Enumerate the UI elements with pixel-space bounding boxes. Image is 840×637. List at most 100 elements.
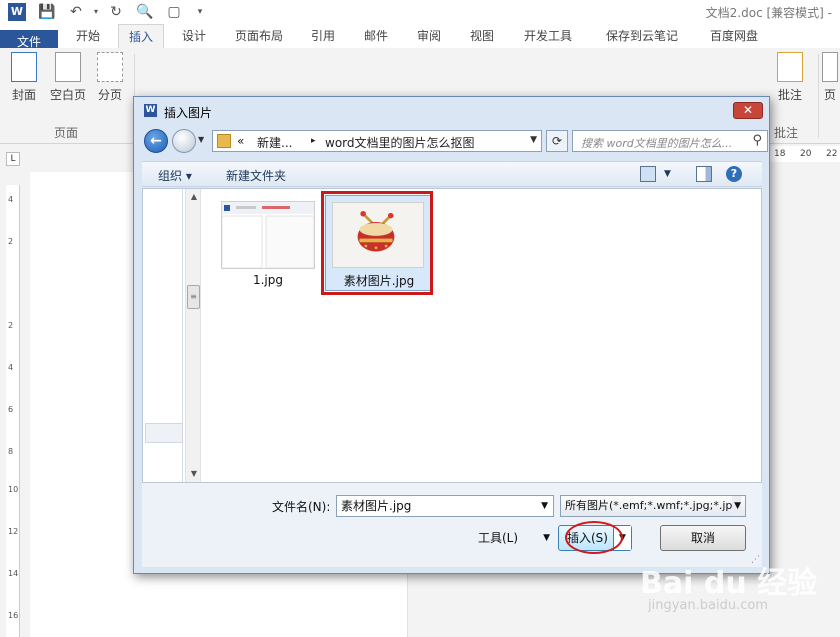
file-type-dropdown-icon[interactable]: ▼ bbox=[732, 496, 741, 516]
breadcrumb-overflow[interactable]: « bbox=[237, 134, 244, 148]
document-title: 文档2.doc [兼容模式] - bbox=[705, 6, 832, 20]
title-bar: W 💾 ↶ ▾ ↻ 🔍 ▢ ▾ 文档2.doc [兼容模式] - bbox=[0, 0, 840, 24]
word-logo-icon: W bbox=[8, 3, 26, 21]
dialog-footer: 文件名(N): 素材图片.jpg ▼ 所有图片(*.emf;*.wmf;*.jp… bbox=[142, 483, 762, 567]
ruler-label: 4 bbox=[8, 195, 14, 204]
ruler-label: 20 bbox=[800, 149, 812, 159]
page-group-label: 页面 bbox=[54, 126, 79, 140]
redo-icon[interactable]: ↻ bbox=[108, 4, 124, 20]
tab-developer[interactable]: 开发工具 bbox=[512, 24, 584, 48]
scrollbar-thumb[interactable]: ≡ bbox=[187, 285, 200, 309]
vertical-ruler: 4 2 2 4 6 8 10 12 14 16 bbox=[6, 185, 20, 637]
tools-dropdown-icon[interactable]: ▼ bbox=[543, 527, 550, 549]
cover-page-label: 封面 bbox=[11, 88, 36, 102]
ribbon-tabs: 文件 开始 插入 设计 页面布局 引用 邮件 审阅 视图 开发工具 保存到云笔记… bbox=[0, 24, 840, 130]
search-icon[interactable]: ⚲ bbox=[752, 133, 762, 148]
scroll-down-icon[interactable]: ▼ bbox=[186, 466, 202, 482]
comment-label: 批注 bbox=[777, 88, 802, 102]
tools-menu[interactable]: 工具(L) ▼ bbox=[478, 527, 554, 549]
ruler-label: 14 bbox=[8, 569, 19, 578]
save-icon[interactable]: 💾 bbox=[38, 4, 55, 20]
ruler-label: 10 bbox=[8, 485, 19, 494]
filename-input[interactable]: 素材图片.jpg ▼ bbox=[336, 495, 554, 517]
header-button[interactable]: 页 bbox=[820, 52, 840, 103]
group-separator bbox=[818, 54, 819, 138]
tab-baidu-netdisk[interactable]: 百度网盘 bbox=[696, 24, 772, 48]
new-document-icon[interactable]: ▢ bbox=[166, 4, 182, 20]
tab-selector[interactable]: L bbox=[6, 152, 20, 166]
navigation-pane[interactable] bbox=[143, 189, 183, 482]
print-preview-icon[interactable]: 🔍 bbox=[136, 4, 153, 20]
refresh-icon[interactable]: ⟳ bbox=[546, 130, 568, 152]
cover-page-button[interactable]: 封面 bbox=[6, 52, 42, 103]
tab-home[interactable]: 开始 bbox=[64, 24, 112, 48]
organize-menu[interactable]: 组织 ▾ bbox=[158, 167, 192, 184]
ruler-label: 8 bbox=[8, 447, 14, 456]
header-label: 页 bbox=[823, 88, 836, 102]
watermark-brand: Bai du 经验 bbox=[640, 566, 818, 601]
new-folder-button[interactable]: 新建文件夹 bbox=[226, 167, 286, 184]
page-break-icon bbox=[97, 52, 123, 82]
ruler-label: 18 bbox=[774, 149, 786, 159]
filename-label: 文件名(N): bbox=[272, 500, 331, 514]
breadcrumb-parent[interactable]: 新建... bbox=[257, 134, 292, 151]
tab-page-layout[interactable]: 页面布局 bbox=[226, 24, 292, 48]
address-bar[interactable]: « 新建... ▸ word文档里的图片怎么抠图 ▼ bbox=[212, 130, 542, 152]
file-item-1[interactable]: 1.jpg bbox=[213, 195, 323, 295]
customize-qat-icon[interactable]: ▾ bbox=[192, 4, 208, 20]
filename-dropdown-icon[interactable]: ▼ bbox=[541, 496, 548, 516]
view-options-dropdown-icon[interactable]: ▼ bbox=[664, 169, 671, 179]
tab-save-cloud-note[interactable]: 保存到云笔记 bbox=[592, 24, 692, 48]
blank-page-button[interactable]: 空白页 bbox=[48, 52, 88, 103]
page-break-button[interactable]: 分页 bbox=[92, 52, 128, 103]
word-logo-icon: W bbox=[144, 104, 157, 117]
tab-view[interactable]: 视图 bbox=[460, 24, 504, 48]
comment-group-label: 批注 bbox=[774, 126, 799, 140]
breadcrumb-current-folder[interactable]: word文档里的图片怎么抠图 bbox=[325, 134, 475, 151]
change-view-icon[interactable] bbox=[640, 166, 656, 182]
search-field[interactable]: 搜索 word文档里的图片怎么... ⚲ bbox=[572, 130, 768, 152]
ruler-label: 2 bbox=[8, 237, 14, 246]
ruler-label: 2 bbox=[8, 321, 14, 330]
blank-page-icon bbox=[55, 52, 81, 82]
tab-insert[interactable]: 插入 bbox=[118, 24, 164, 48]
address-dropdown-icon[interactable]: ▼ bbox=[530, 135, 537, 145]
forward-arrow-icon[interactable] bbox=[172, 129, 196, 153]
preview-pane-icon[interactable] bbox=[696, 166, 712, 182]
close-button[interactable]: ✕ bbox=[733, 102, 763, 119]
filename-value: 素材图片.jpg bbox=[341, 499, 412, 513]
undo-icon[interactable]: ↶ bbox=[68, 4, 84, 20]
help-icon[interactable]: ? bbox=[726, 166, 742, 182]
insert-highlight-annotation bbox=[565, 521, 623, 554]
ruler-label: 12 bbox=[8, 527, 19, 536]
file-type-filter[interactable]: 所有图片(*.emf;*.wmf;*.jpg;*.jp ▼ bbox=[560, 495, 746, 517]
scroll-up-icon[interactable]: ▲ bbox=[186, 189, 202, 205]
tab-mailings[interactable]: 邮件 bbox=[354, 24, 398, 48]
comment-icon bbox=[777, 52, 803, 82]
ruler-label: 4 bbox=[8, 363, 14, 372]
tab-review[interactable]: 审阅 bbox=[406, 24, 452, 48]
ruler-label: 22 bbox=[826, 149, 838, 159]
screenshot-thumbnail-icon bbox=[221, 202, 315, 269]
file-name: 1.jpg bbox=[252, 273, 284, 287]
recent-locations-dropdown-icon[interactable]: ▼ bbox=[198, 135, 208, 147]
dialog-title: 插入图片 bbox=[164, 106, 213, 120]
page-break-label: 分页 bbox=[97, 88, 122, 102]
undo-dropdown-icon[interactable]: ▾ bbox=[88, 4, 104, 20]
file-browser: ▲ ≡ ▼ 1.jpg 素材图片.jpg bbox=[142, 188, 762, 483]
navigation-pane-item[interactable] bbox=[145, 423, 183, 443]
tab-references[interactable]: 引用 bbox=[302, 24, 344, 48]
file-type-value: 所有图片(*.emf;*.wmf;*.jpg;*.jp bbox=[565, 499, 733, 512]
file-thumbnail bbox=[221, 201, 315, 269]
navigation-bar: ← ▼ « 新建... ▸ word文档里的图片怎么抠图 ▼ ⟳ 搜索 word… bbox=[142, 127, 768, 155]
insert-picture-dialog: W 插入图片 ✕ ← ▼ « 新建... ▸ word文档里的图片怎么抠图 ▼ … bbox=[133, 96, 770, 574]
selection-highlight-annotation bbox=[321, 191, 433, 295]
breadcrumb-separator-icon[interactable]: ▸ bbox=[311, 136, 316, 146]
comment-button[interactable]: 批注 bbox=[772, 52, 808, 103]
navigation-pane-scrollbar[interactable]: ▲ ≡ ▼ bbox=[185, 189, 201, 482]
tab-design[interactable]: 设计 bbox=[172, 24, 216, 48]
watermark-url: jingyan.baidu.com bbox=[648, 598, 768, 613]
cancel-button[interactable]: 取消 bbox=[660, 525, 746, 551]
dialog-title-bar[interactable]: W 插入图片 ✕ bbox=[134, 97, 769, 125]
back-arrow-icon[interactable]: ← bbox=[144, 129, 168, 153]
